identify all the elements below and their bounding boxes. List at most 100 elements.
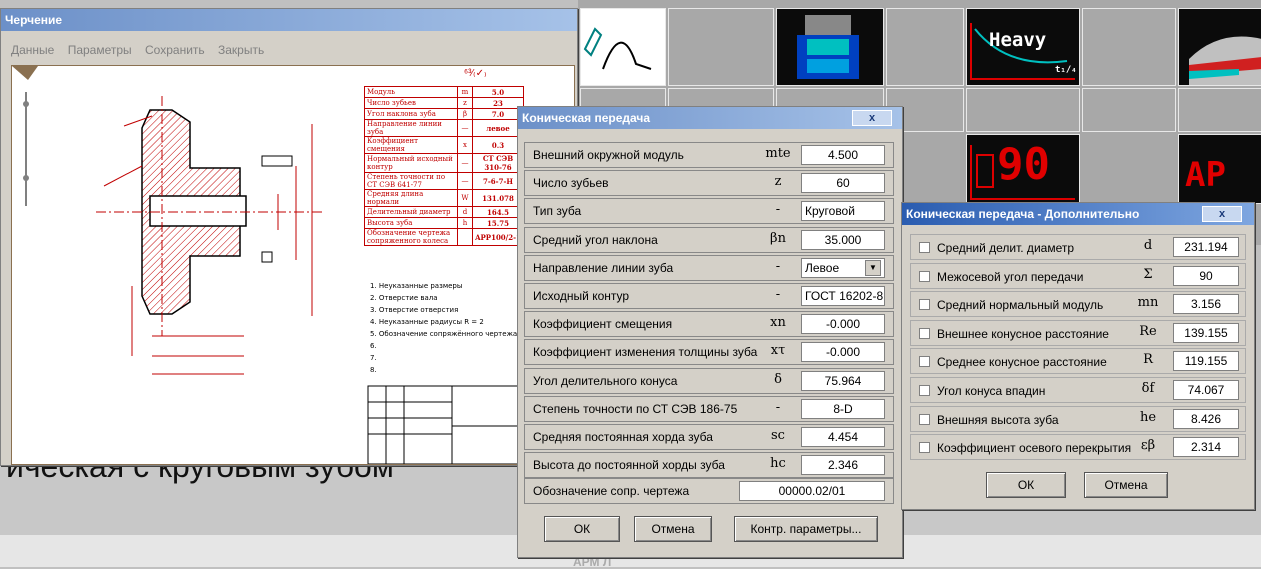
param-label: Тип зуба [533, 204, 582, 218]
extra-param-value[interactable]: 139.155 [1173, 323, 1239, 343]
param-row: Средний угол наклона βn 35.000 [524, 227, 894, 253]
extra-param-label: Средний делит. диаметр [937, 241, 1075, 255]
table-row: Угол наклона зуба β 7.0 [364, 108, 524, 120]
table-row: Высота зуба h 15.75 [364, 217, 524, 229]
param-checkbox[interactable] [919, 242, 930, 253]
extra-param-value[interactable]: 119.155 [1173, 351, 1239, 371]
extra-param-label: Среднее конусное расстояние [937, 355, 1107, 369]
menu-close[interactable]: Закрыть [218, 43, 264, 57]
thumbnail-angle[interactable]: 90 [966, 134, 1080, 204]
chevron-down-icon[interactable]: ▼ [865, 260, 881, 276]
param-input[interactable]: 35.000 [801, 230, 885, 250]
param-input[interactable]: 60 [801, 173, 885, 193]
extra-param-symbol: εβ [1140, 438, 1156, 453]
param-symbol: sc [771, 428, 785, 443]
table-cell-value: APP100/2-1 [472, 228, 524, 246]
cancel-button[interactable]: Отмена [634, 516, 712, 542]
drawing-window-title: Черчение [5, 13, 63, 27]
extra-param-symbol: δf [1141, 381, 1155, 396]
param-symbol: δ [774, 372, 782, 387]
menu-data[interactable]: Данные [11, 43, 54, 57]
param-symbol: - [775, 287, 781, 302]
extra-param-label: Межосевой угол передачи [937, 270, 1084, 284]
thumbnail-render[interactable] [1178, 8, 1261, 86]
drawing-window: Черчение Данные Параметры Сохранить Закр… [0, 8, 578, 466]
param-checkbox[interactable] [919, 328, 930, 339]
extra-param-value[interactable]: 231.194 [1173, 237, 1239, 257]
extra-param-symbol: Re [1139, 324, 1157, 339]
param-row: Направление линии зуба - Левое ▼ [524, 255, 894, 281]
table-cell-name: Высота зуба [364, 217, 458, 229]
table-cell-value: 131.078 [472, 189, 524, 207]
param-input[interactable]: 75.964 [801, 371, 885, 391]
param-row: Высота до постоянной хорды зуба hc 2.346 [524, 452, 894, 478]
table-cell-symbol: m [457, 86, 473, 98]
table-row: Обозначение чертежа сопряженного колеса A… [364, 228, 524, 246]
param-checkbox[interactable] [919, 414, 930, 425]
param-checkbox[interactable] [919, 385, 930, 396]
param-input[interactable]: 8-D [801, 399, 885, 419]
param-input[interactable]: Круговой [801, 201, 885, 221]
drawing-notes: 1. Неуказанные размеры 2. Отверстие вала… [370, 280, 517, 376]
param-row: Тип зуба - Круговой [524, 198, 894, 224]
bearing-icon [797, 15, 859, 79]
extra-ok-button[interactable]: ОК [986, 472, 1066, 498]
extra-param-value[interactable]: 8.426 [1173, 409, 1239, 429]
parameters-table: Модуль m 5.0 Число зубьев z 23 Угол наклона зу… [364, 86, 524, 246]
thumbnail-bearing[interactable] [776, 8, 884, 86]
extra-param-label: Внешнее конусное расстояние [937, 327, 1109, 341]
extra-param-symbol: Σ [1143, 267, 1153, 282]
extra-param-value[interactable]: 74.067 [1173, 380, 1239, 400]
param-label: Средний угол наклона [533, 233, 658, 247]
extra-param-value[interactable]: 90 [1173, 266, 1239, 286]
param-input[interactable]: 4.500 [801, 145, 885, 165]
extra-cancel-button[interactable]: Отмена [1084, 472, 1168, 498]
param-symbol: - [775, 400, 781, 415]
param-checkbox[interactable] [919, 271, 930, 282]
table-cell-symbol: z [457, 97, 473, 109]
param-symbol: hc [770, 456, 786, 471]
param-input[interactable]: ГОСТ 16202-8 [801, 286, 885, 306]
extra-param-row: Среднее конусное расстояние R 119.155 [910, 348, 1246, 374]
drawing-window-titlebar[interactable]: Черчение [1, 9, 577, 31]
drawing-ref-input[interactable]: 00000.02/01 [739, 481, 885, 501]
param-checkbox[interactable] [919, 356, 930, 367]
table-cell-name: Число зубьев [364, 97, 458, 109]
bevel-gear-dialog-titlebar[interactable]: Коническая передача x [518, 107, 902, 129]
note-item: 7. [370, 354, 377, 362]
extra-dialog-titlebar[interactable]: Коническая передача - Дополнительно x [902, 203, 1254, 225]
table-cell-symbol: β [457, 108, 473, 120]
param-label: Направление линии зуба [533, 261, 674, 275]
menu-save[interactable]: Сохранить [145, 43, 205, 57]
param-row: Внешний окружной модуль mte 4.500 [524, 142, 894, 168]
thumbnail-empty [1178, 88, 1261, 132]
param-input[interactable]: 2.346 [801, 455, 885, 475]
menu-parameters[interactable]: Параметры [68, 43, 132, 57]
extra-param-row: Внешняя высота зуба he 8.426 [910, 406, 1246, 432]
extra-param-symbol: he [1139, 410, 1157, 425]
thumbnail-profile[interactable] [580, 8, 666, 86]
table-cell-symbol: d [457, 206, 473, 218]
extra-param-value[interactable]: 2.314 [1173, 437, 1239, 457]
param-label: Коэффициент смещения [533, 317, 673, 331]
control-parameters-button[interactable]: Контр. параметры... [734, 516, 878, 542]
param-input[interactable]: -0.000 [801, 314, 885, 334]
ok-button[interactable]: ОК [544, 516, 620, 542]
close-icon[interactable]: x [1202, 206, 1242, 222]
param-input[interactable]: 4.454 [801, 427, 885, 447]
table-cell-symbol: — [457, 153, 473, 173]
thumbnail-ap[interactable]: AP [1178, 134, 1261, 204]
close-icon[interactable]: x [852, 110, 892, 126]
extra-param-value[interactable]: 3.156 [1173, 294, 1239, 314]
drawing-ref-label: Обозначение сопр. чертежа [533, 484, 690, 498]
param-checkbox[interactable] [919, 299, 930, 310]
bevel-gear-dialog-title: Коническая передача [522, 111, 651, 125]
note-item: 1. Неуказанные размеры [370, 282, 463, 290]
render-icon [1189, 36, 1261, 85]
param-input[interactable]: -0.000 [801, 342, 885, 362]
param-checkbox[interactable] [919, 442, 930, 453]
table-cell-value: 7-6-7-H [472, 172, 524, 190]
table-row: Число зубьев z 23 [364, 97, 524, 109]
thumbnail-heavy[interactable]: Heavy t₁/₄ [966, 8, 1080, 86]
param-symbol: xτ [770, 343, 786, 358]
